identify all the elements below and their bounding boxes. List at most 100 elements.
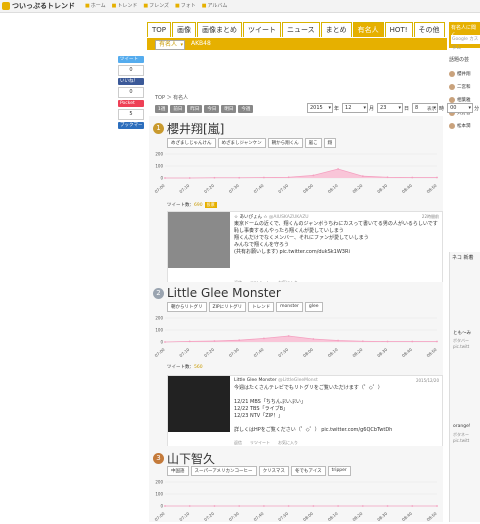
tag[interactable]: クリスマス — [258, 466, 289, 476]
day-select[interactable]: 23 — [377, 103, 404, 113]
tag[interactable]: 嵐こ — [304, 138, 322, 148]
y-tick-label: 200 — [155, 480, 163, 485]
minute-select[interactable]: 00 — [447, 103, 474, 113]
tag[interactable]: glee — [304, 302, 323, 312]
x-tick-label: 08:00 — [302, 347, 314, 359]
x-tick-label: 07:10 — [178, 347, 190, 359]
data-point — [386, 505, 389, 507]
tag[interactable]: tripper — [327, 466, 351, 476]
data-point — [361, 175, 364, 178]
top-nav-album[interactable]: ■アルバム — [202, 2, 228, 9]
sidebar-ranking: 話題の芸 櫻井翔 二宮和 相葉雅 大野智 松本潤 — [449, 56, 480, 132]
tag-list: 朝からリトグリ ZIPにリトグリ トレンド monster glee — [167, 302, 323, 312]
date-button[interactable]: 前日 — [170, 105, 186, 113]
tag[interactable]: トレンド — [248, 302, 275, 312]
tag[interactable]: 冬でもアイス — [290, 466, 326, 476]
tag[interactable]: めざましジャンケン — [217, 138, 266, 148]
vote-pill[interactable]: 投票 — [204, 202, 217, 208]
tweet-image[interactable] — [168, 212, 230, 268]
tweet-count-line: ツイート数：560 — [167, 365, 203, 370]
news-user[interactable]: orange! — [453, 424, 471, 429]
ranking-title: 話題の芸 — [449, 57, 470, 63]
data-point — [386, 340, 389, 343]
data-point — [287, 505, 290, 507]
site-logo[interactable]: ついっぷるトレンド — [2, 1, 75, 11]
tab-other[interactable]: その他 — [413, 22, 445, 37]
news-user[interactable]: とも〜み — [453, 330, 471, 336]
tweet-card[interactable]: Little Glee Monster @LittleGleeMonst 201… — [167, 375, 443, 453]
data-point — [213, 340, 216, 342]
ranking-item[interactable]: 二宮和 — [449, 80, 480, 93]
data-point — [238, 339, 241, 342]
top-nav-friends[interactable]: ■フレンズ — [143, 2, 169, 9]
data-point — [337, 505, 339, 507]
sidebar-search-input[interactable]: Google カスタム — [451, 35, 480, 51]
y-tick-label: 0 — [160, 504, 163, 509]
tag[interactable]: 朝からリトグリ — [167, 302, 207, 312]
tab-matome[interactable]: まとめ — [320, 22, 352, 37]
news-text[interactable]: pic.twitt — [453, 438, 469, 443]
tag[interactable]: monster — [276, 302, 303, 312]
tweet-user[interactable]: Little Glee Monster @LittleGleeMonst — [234, 378, 318, 383]
date-button[interactable]: 1週 — [155, 105, 169, 113]
news-title: ネコ 新着 — [452, 255, 474, 261]
date-button[interactable]: 今日 — [204, 105, 220, 113]
sub-tab-celebrity[interactable]: 有名人 — [155, 40, 185, 50]
ranking-item[interactable]: 松本潤 — [449, 119, 480, 132]
data-point — [312, 505, 315, 507]
avatar — [449, 122, 455, 129]
tag[interactable]: 朝から翔くん — [267, 138, 303, 148]
news-text[interactable]: pic.twitt — [453, 344, 469, 349]
x-tick-label: 07:50 — [277, 347, 289, 359]
x-tick-label: 07:20 — [203, 347, 215, 359]
data-point — [263, 176, 265, 179]
date-button[interactable]: 今週 — [238, 105, 254, 113]
tab-celebrity[interactable]: 有名人 — [352, 22, 384, 37]
x-tick-label: 08:30 — [376, 183, 388, 195]
tag[interactable]: 翔 — [323, 138, 337, 148]
date-button[interactable]: 明日 — [221, 105, 237, 113]
tag[interactable]: スーパーアメリカンコーヒー — [190, 466, 257, 476]
x-tick-label: 08:40 — [401, 511, 413, 523]
like-button[interactable]: いいね！ — [118, 78, 144, 85]
tag[interactable]: ZIPにリトグリ — [208, 302, 247, 312]
month-select[interactable]: 12 — [342, 103, 369, 113]
date-button[interactable]: 昨日 — [187, 105, 203, 113]
tag[interactable]: めざましじゃんけん — [167, 138, 216, 148]
tag[interactable]: 中国語 — [167, 466, 189, 476]
show-button[interactable]: 表示 — [427, 106, 436, 112]
tab-tweet[interactable]: ツイート — [243, 22, 282, 37]
data-point — [312, 338, 315, 340]
x-tick-label: 08:20 — [351, 511, 363, 523]
tweet-image[interactable] — [168, 376, 230, 432]
rank-badge: 3 — [153, 453, 164, 464]
tab-image[interactable]: 画像 — [172, 22, 197, 37]
hatena-bookmark-button[interactable]: ブックマーク — [118, 122, 144, 135]
card-title[interactable]: 1 櫻井翔[嵐] — [153, 120, 224, 137]
tab-image-matome[interactable]: 画像まとめ — [197, 22, 243, 37]
card-title[interactable]: 3 山下智久 — [153, 450, 215, 467]
celebrity-card: 3 山下智久 中国語 スーパーアメリカンコーヒー クリスマス 冬でもアイス tri… — [149, 446, 443, 522]
tab-top[interactable]: TOP — [147, 22, 172, 37]
tweet-user[interactable]: ☆ あいぴょん ☆ @AIUSKAZUKAZU — [234, 214, 309, 220]
year-select[interactable]: 2015 — [307, 103, 333, 113]
pocket-button[interactable]: Pocket — [118, 100, 144, 107]
tweet-card[interactable]: ☆ あいぴょん ☆ @AIUSKAZUKAZU 22時間前 東京ドームの近くで、… — [167, 211, 443, 289]
rank-badge: 2 — [153, 287, 164, 299]
top-nav-photo[interactable]: ■フォト — [175, 2, 196, 9]
ranking-item[interactable]: 櫻井翔 — [449, 67, 480, 80]
home-icon: ■ — [85, 3, 90, 9]
tab-news[interactable]: ニュース — [282, 22, 320, 37]
data-point — [287, 176, 290, 179]
top-nav-trend[interactable]: ■トレンド — [112, 2, 138, 9]
breadcrumb[interactable]: TOP ＞ 有名人 — [155, 94, 188, 101]
tweet-share-button[interactable]: ツイート — [118, 56, 144, 63]
tab-hot[interactable]: HOT! — [384, 22, 413, 37]
top-nav-home[interactable]: ■ホーム — [85, 2, 106, 9]
data-point — [436, 505, 438, 507]
sub-nav: 有名人 AKB48 — [147, 38, 447, 50]
card-title[interactable]: 2 Little Glee Monster — [153, 286, 281, 300]
sub-tab-akb48[interactable]: AKB48 — [191, 40, 211, 47]
y-tick-label: 100 — [155, 492, 163, 497]
x-tick-label: 08:20 — [351, 347, 363, 359]
